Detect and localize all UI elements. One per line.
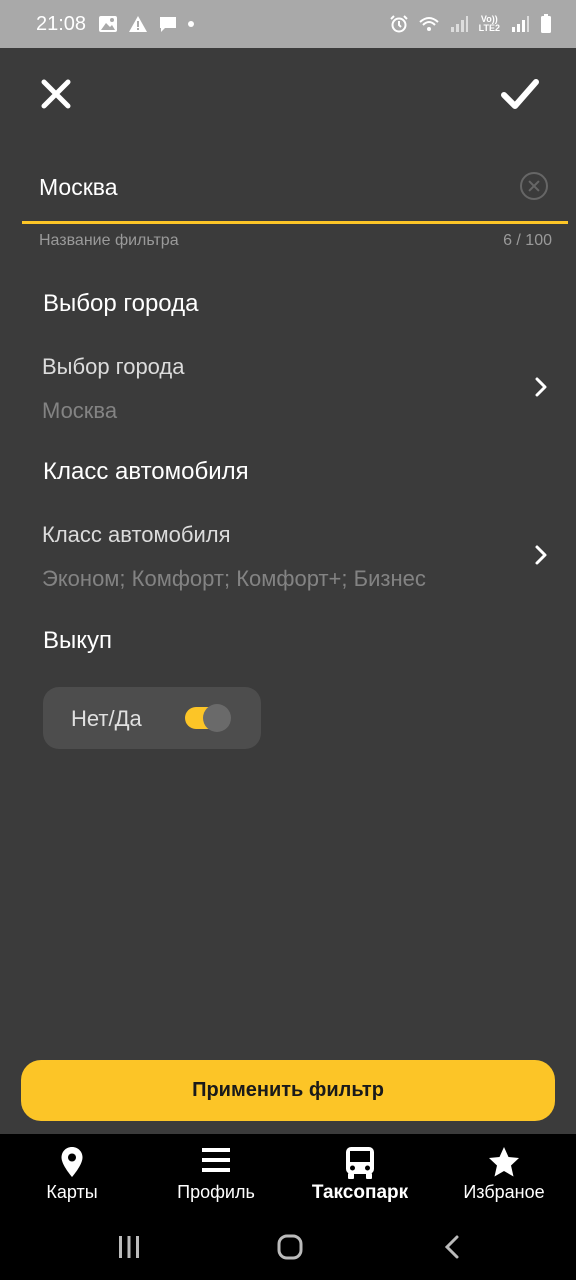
alarm-icon xyxy=(389,15,408,33)
nav-label-taxi-park: Таксопарк xyxy=(311,1182,409,1203)
clear-input-icon[interactable] xyxy=(520,172,548,200)
status-right-icons: Vo)) LTE2 xyxy=(389,14,552,34)
back-icon[interactable] xyxy=(442,1234,462,1260)
wifi-icon xyxy=(418,17,439,31)
filter-name-field xyxy=(22,160,568,224)
filter-name-input[interactable] xyxy=(39,172,499,202)
nav-label-favorites: Избраное xyxy=(463,1182,545,1202)
map-pin-icon xyxy=(61,1147,83,1177)
apply-filter-button[interactable]: Применить фильтр xyxy=(21,1060,555,1121)
close-icon xyxy=(41,79,71,109)
menu-icon xyxy=(202,1148,230,1172)
checkmark-icon xyxy=(501,79,539,109)
car-class-select-label: Класс автомобиля xyxy=(42,522,231,547)
lte-label-bottom: LTE2 xyxy=(478,23,500,33)
city-select-label: Выбор города xyxy=(42,354,185,379)
lte-icon: Vo)) LTE2 xyxy=(479,15,500,33)
chevron-right-icon xyxy=(535,545,547,565)
filter-name-counter: 6 / 100 xyxy=(503,232,552,249)
buyout-toggle-thumb[interactable] xyxy=(203,704,231,732)
bottom-nav: Карты Профиль Таксопарк Избраное xyxy=(0,1134,576,1214)
dot-icon xyxy=(188,21,195,27)
chevron-right-icon xyxy=(535,377,547,397)
nav-label-maps: Карты xyxy=(46,1182,98,1202)
car-class-select-value: Эконом; Комфорт; Комфорт+; Бизнес xyxy=(42,566,426,591)
nav-label-profile: Профиль xyxy=(177,1182,255,1202)
car-class-section-title: Класс автомобиля xyxy=(43,458,249,485)
signal-icon xyxy=(512,16,529,32)
buyout-toggle-chip[interactable]: Нет/Да xyxy=(43,687,261,749)
buyout-toggle-label: Нет/Да xyxy=(71,706,142,731)
city-section-title: Выбор города xyxy=(43,290,199,317)
image-icon xyxy=(99,16,118,32)
car-class-select-row[interactable]: Класс автомобиля Эконом; Комфорт; Комфор… xyxy=(0,522,576,612)
city-select-value: Москва xyxy=(42,398,118,423)
filter-name-helper: Название фильтра xyxy=(39,232,179,249)
alert-icon xyxy=(129,16,148,32)
nav-item-favorites[interactable]: Избраное xyxy=(432,1134,576,1214)
battery-icon xyxy=(541,14,551,33)
status-time: 21:08 xyxy=(36,12,87,35)
buyout-section-title: Выкуп xyxy=(43,627,113,654)
star-icon xyxy=(489,1147,519,1177)
message-icon xyxy=(160,17,177,32)
nav-item-taxi-park[interactable]: Таксопарк xyxy=(288,1134,432,1214)
status-left-icons xyxy=(98,15,195,33)
nav-item-profile[interactable]: Профиль xyxy=(144,1134,288,1214)
system-nav xyxy=(0,1214,576,1280)
confirm-button[interactable] xyxy=(498,74,542,114)
nav-item-maps[interactable]: Карты xyxy=(0,1134,144,1214)
bus-icon xyxy=(346,1147,374,1179)
status-bar: 21:08 Vo)) LTE2 xyxy=(0,0,576,48)
recent-apps-icon[interactable] xyxy=(116,1234,142,1260)
close-button[interactable] xyxy=(38,76,74,112)
signal-icon xyxy=(450,16,468,32)
city-select-row[interactable]: Выбор города Москва xyxy=(0,354,576,444)
home-icon[interactable] xyxy=(276,1234,304,1260)
